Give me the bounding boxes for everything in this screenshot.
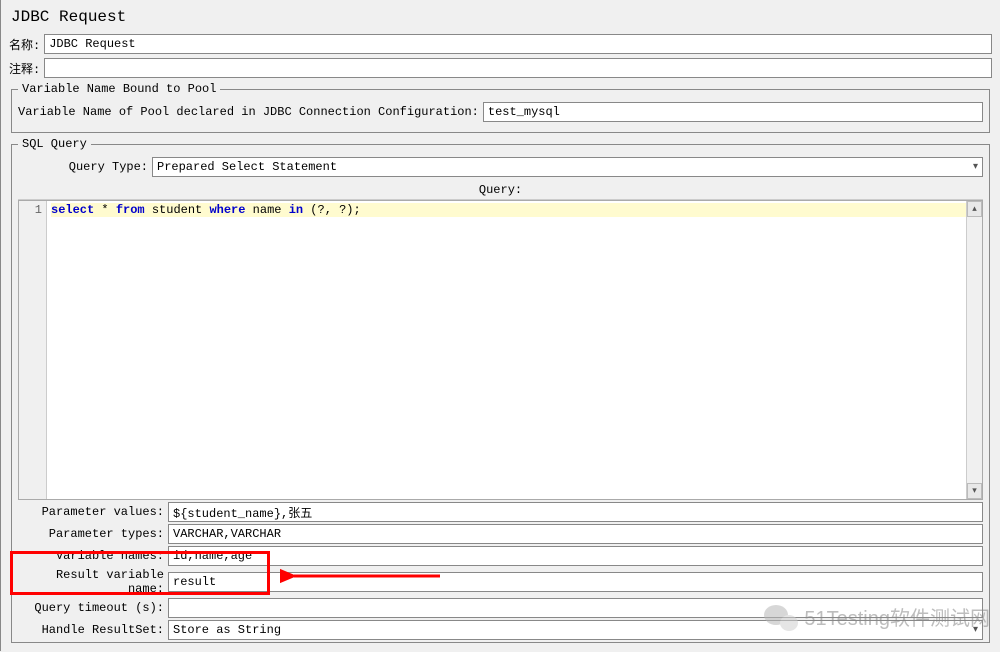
- editor-content[interactable]: select * from student where name in (?, …: [47, 201, 982, 499]
- pool-legend: Variable Name Bound to Pool: [18, 82, 220, 96]
- param-types-label: Parameter types:: [18, 527, 168, 541]
- sql-kw: from: [116, 203, 145, 217]
- pool-var-label: Variable Name of Pool declared in JDBC C…: [18, 105, 479, 119]
- chevron-down-icon: ▾: [973, 161, 978, 173]
- pool-var-input[interactable]: [483, 102, 983, 122]
- query-header: Query:: [18, 181, 983, 200]
- result-var-input[interactable]: [168, 572, 983, 592]
- editor-gutter: 1: [19, 201, 47, 499]
- param-types-input[interactable]: [168, 524, 983, 544]
- comment-label: 注释:: [9, 60, 40, 77]
- sql-text: student: [145, 203, 210, 217]
- query-timeout-input[interactable]: [168, 598, 983, 618]
- handle-resultset-label: Handle ResultSet:: [18, 623, 168, 637]
- sql-legend: SQL Query: [18, 137, 91, 151]
- variable-names-input[interactable]: [168, 546, 983, 566]
- sql-text: name: [245, 203, 288, 217]
- scrollbar[interactable]: ▴ ▾: [966, 201, 982, 499]
- param-values-label: Parameter values:: [18, 505, 168, 519]
- pool-fieldset: Variable Name Bound to Pool Variable Nam…: [11, 82, 990, 133]
- query-type-select[interactable]: Prepared Select Statement ▾: [152, 157, 983, 177]
- sql-text: *: [94, 203, 116, 217]
- sql-fieldset: SQL Query Query Type: Prepared Select St…: [11, 137, 990, 643]
- sql-text: (?, ?);: [303, 203, 361, 217]
- handle-resultset-value: Store as String: [173, 623, 281, 637]
- page-title: JDBC Request: [9, 4, 992, 34]
- comment-input[interactable]: [44, 58, 992, 78]
- query-type-value: Prepared Select Statement: [157, 160, 337, 174]
- variable-names-label: Variable names:: [18, 549, 168, 563]
- name-input[interactable]: [44, 34, 992, 54]
- name-label: 名称:: [9, 36, 40, 53]
- query-timeout-label: Query timeout (s):: [18, 601, 168, 615]
- sql-kw: in: [289, 203, 303, 217]
- chevron-down-icon: ▾: [973, 624, 978, 636]
- sql-kw: select: [51, 203, 94, 217]
- scroll-down-icon[interactable]: ▾: [967, 483, 982, 499]
- line-number: 1: [23, 203, 42, 217]
- sql-editor[interactable]: 1 select * from student where name in (?…: [18, 200, 983, 500]
- query-type-label: Query Type:: [18, 160, 148, 174]
- sql-kw: where: [209, 203, 245, 217]
- param-values-input[interactable]: [168, 502, 983, 522]
- scroll-up-icon[interactable]: ▴: [967, 201, 982, 217]
- result-var-label: Result variable name:: [18, 568, 168, 596]
- handle-resultset-select[interactable]: Store as String ▾: [168, 620, 983, 640]
